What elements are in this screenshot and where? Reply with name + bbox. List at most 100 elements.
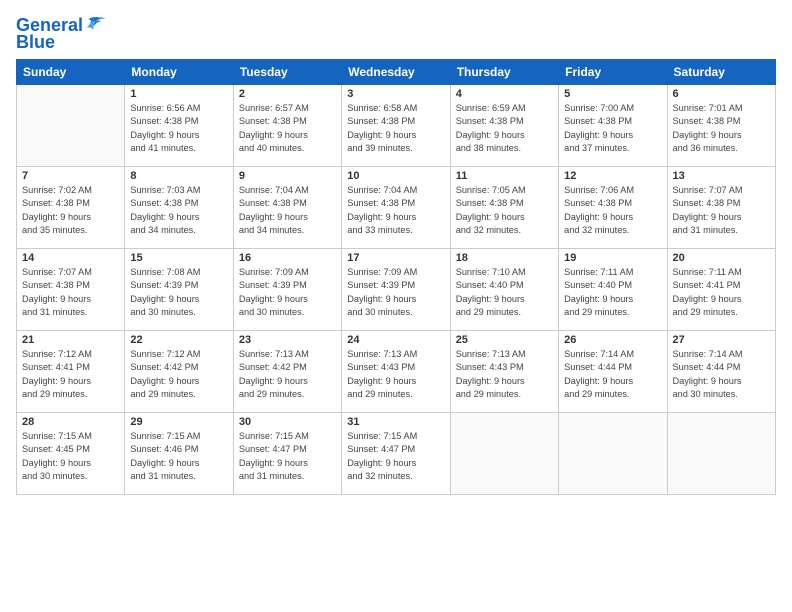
day-number: 20	[673, 252, 770, 264]
day-number: 27	[673, 334, 770, 346]
day-number: 21	[22, 334, 119, 346]
calendar-cell: 20 Sunrise: 7:11 AMSunset: 4:41 PMDayligh…	[667, 249, 775, 331]
day-info: Sunrise: 6:57 AMSunset: 4:38 PMDaylight:…	[239, 102, 336, 155]
col-header-monday: Monday	[125, 60, 233, 85]
calendar-cell: 27 Sunrise: 7:14 AMSunset: 4:44 PMDayligh…	[667, 331, 775, 413]
calendar-cell: 19 Sunrise: 7:11 AMSunset: 4:40 PMDayligh…	[559, 249, 667, 331]
day-info: Sunrise: 7:12 AMSunset: 4:41 PMDaylight:…	[22, 348, 119, 401]
calendar-week-row: 14 Sunrise: 7:07 AMSunset: 4:38 PMDayligh…	[17, 249, 776, 331]
day-number: 1	[130, 88, 227, 100]
col-header-friday: Friday	[559, 60, 667, 85]
day-info: Sunrise: 7:06 AMSunset: 4:38 PMDaylight:…	[564, 184, 661, 237]
day-info: Sunrise: 7:15 AMSunset: 4:47 PMDaylight:…	[347, 430, 444, 483]
day-number: 5	[564, 88, 661, 100]
day-number: 2	[239, 88, 336, 100]
day-info: Sunrise: 7:09 AMSunset: 4:39 PMDaylight:…	[347, 266, 444, 319]
day-info: Sunrise: 7:10 AMSunset: 4:40 PMDaylight:…	[456, 266, 553, 319]
calendar-cell: 3Sunrise: 6:58 AMSunset: 4:38 PMDaylight…	[342, 85, 450, 167]
day-info: Sunrise: 7:02 AMSunset: 4:38 PMDaylight:…	[22, 184, 119, 237]
col-header-saturday: Saturday	[667, 60, 775, 85]
day-number: 12	[564, 170, 661, 182]
col-header-wednesday: Wednesday	[342, 60, 450, 85]
calendar-cell: 10 Sunrise: 7:04 AMSunset: 4:38 PMDayligh…	[342, 167, 450, 249]
day-number: 26	[564, 334, 661, 346]
calendar-cell: 21 Sunrise: 7:12 AMSunset: 4:41 PMDayligh…	[17, 331, 125, 413]
day-info: Sunrise: 7:15 AMSunset: 4:47 PMDaylight:…	[239, 430, 336, 483]
calendar-cell: 28 Sunrise: 7:15 AMSunset: 4:45 PMDayligh…	[17, 413, 125, 495]
calendar-cell: 24 Sunrise: 7:13 AMSunset: 4:43 PMDayligh…	[342, 331, 450, 413]
day-number: 4	[456, 88, 553, 100]
calendar-cell: 14 Sunrise: 7:07 AMSunset: 4:38 PMDayligh…	[17, 249, 125, 331]
calendar-cell: 30 Sunrise: 7:15 AMSunset: 4:47 PMDayligh…	[233, 413, 341, 495]
calendar-cell: 9 Sunrise: 7:04 AMSunset: 4:38 PMDaylight…	[233, 167, 341, 249]
calendar-header-row: SundayMondayTuesdayWednesdayThursdayFrid…	[17, 60, 776, 85]
calendar-cell	[17, 85, 125, 167]
calendar-cell: 17 Sunrise: 7:09 AMSunset: 4:39 PMDayligh…	[342, 249, 450, 331]
calendar-cell: 4 Sunrise: 6:59 AMSunset: 4:38 PMDaylight…	[450, 85, 558, 167]
day-number: 18	[456, 252, 553, 264]
day-info: Sunrise: 7:07 AMSunset: 4:38 PMDaylight:…	[22, 266, 119, 319]
day-number: 10	[347, 170, 444, 182]
day-number: 19	[564, 252, 661, 264]
day-number: 8	[130, 170, 227, 182]
calendar-cell: 22 Sunrise: 7:12 AMSunset: 4:42 PMDayligh…	[125, 331, 233, 413]
calendar-cell: 5 Sunrise: 7:00 AMSunset: 4:38 PMDaylight…	[559, 85, 667, 167]
day-number: 29	[130, 416, 227, 428]
day-number: 22	[130, 334, 227, 346]
day-info: Sunrise: 7:08 AMSunset: 4:39 PMDaylight:…	[130, 266, 227, 319]
calendar-cell: 18 Sunrise: 7:10 AMSunset: 4:40 PMDayligh…	[450, 249, 558, 331]
day-info: Sunrise: 7:14 AMSunset: 4:44 PMDaylight:…	[673, 348, 770, 401]
calendar-cell	[559, 413, 667, 495]
day-number: 9	[239, 170, 336, 182]
day-info: Sunrise: 6:56 AMSunset: 4:38 PMDaylight:…	[130, 102, 227, 155]
day-info: Sunrise: 7:12 AMSunset: 4:42 PMDaylight:…	[130, 348, 227, 401]
day-info: Sunrise: 7:04 AMSunset: 4:38 PMDaylight:…	[239, 184, 336, 237]
day-info: Sunrise: 7:04 AMSunset: 4:38 PMDaylight:…	[347, 184, 444, 237]
day-number: 15	[130, 252, 227, 264]
day-number: 30	[239, 416, 336, 428]
day-number: 28	[22, 416, 119, 428]
day-number: 24	[347, 334, 444, 346]
day-info: Sunrise: 7:11 AMSunset: 4:41 PMDaylight:…	[673, 266, 770, 319]
calendar-cell: 1 Sunrise: 6:56 AMSunset: 4:38 PMDaylight…	[125, 85, 233, 167]
calendar-week-row: 21 Sunrise: 7:12 AMSunset: 4:41 PMDayligh…	[17, 331, 776, 413]
calendar-week-row: 28 Sunrise: 7:15 AMSunset: 4:45 PMDayligh…	[17, 413, 776, 495]
calendar-cell	[667, 413, 775, 495]
day-info: Sunrise: 7:07 AMSunset: 4:38 PMDaylight:…	[673, 184, 770, 237]
col-header-tuesday: Tuesday	[233, 60, 341, 85]
day-info: Sunrise: 7:01 AMSunset: 4:38 PMDaylight:…	[673, 102, 770, 155]
calendar-cell: 13Sunrise: 7:07 AMSunset: 4:38 PMDayligh…	[667, 167, 775, 249]
calendar-cell: 2 Sunrise: 6:57 AMSunset: 4:38 PMDaylight…	[233, 85, 341, 167]
day-number: 17	[347, 252, 444, 264]
calendar-table: SundayMondayTuesdayWednesdayThursdayFrid…	[16, 59, 776, 495]
logo-bird-icon	[85, 14, 107, 36]
day-info: Sunrise: 7:09 AMSunset: 4:39 PMDaylight:…	[239, 266, 336, 319]
calendar-week-row: 1 Sunrise: 6:56 AMSunset: 4:38 PMDaylight…	[17, 85, 776, 167]
day-number: 16	[239, 252, 336, 264]
day-info: Sunrise: 6:58 AMSunset: 4:38 PMDaylight:…	[347, 102, 444, 155]
calendar-cell: 7Sunrise: 7:02 AMSunset: 4:38 PMDaylight…	[17, 167, 125, 249]
day-info: Sunrise: 7:00 AMSunset: 4:38 PMDaylight:…	[564, 102, 661, 155]
col-header-sunday: Sunday	[17, 60, 125, 85]
day-number: 25	[456, 334, 553, 346]
day-info: Sunrise: 7:15 AMSunset: 4:45 PMDaylight:…	[22, 430, 119, 483]
calendar-cell: 16 Sunrise: 7:09 AMSunset: 4:39 PMDayligh…	[233, 249, 341, 331]
day-info: Sunrise: 7:15 AMSunset: 4:46 PMDaylight:…	[130, 430, 227, 483]
day-info: Sunrise: 7:13 AMSunset: 4:43 PMDaylight:…	[347, 348, 444, 401]
logo: General Blue	[16, 14, 107, 53]
day-info: Sunrise: 7:14 AMSunset: 4:44 PMDaylight:…	[564, 348, 661, 401]
day-info: Sunrise: 7:03 AMSunset: 4:38 PMDaylight:…	[130, 184, 227, 237]
calendar-cell: 29 Sunrise: 7:15 AMSunset: 4:46 PMDayligh…	[125, 413, 233, 495]
day-info: Sunrise: 7:11 AMSunset: 4:40 PMDaylight:…	[564, 266, 661, 319]
calendar-cell	[450, 413, 558, 495]
calendar-cell: 25 Sunrise: 7:13 AMSunset: 4:43 PMDayligh…	[450, 331, 558, 413]
day-number: 14	[22, 252, 119, 264]
calendar-cell: 15 Sunrise: 7:08 AMSunset: 4:39 PMDayligh…	[125, 249, 233, 331]
calendar-cell: 6Sunrise: 7:01 AMSunset: 4:38 PMDaylight…	[667, 85, 775, 167]
day-info: Sunrise: 6:59 AMSunset: 4:38 PMDaylight:…	[456, 102, 553, 155]
calendar-cell: 8 Sunrise: 7:03 AMSunset: 4:38 PMDaylight…	[125, 167, 233, 249]
day-number: 11	[456, 170, 553, 182]
calendar-cell: 26 Sunrise: 7:14 AMSunset: 4:44 PMDayligh…	[559, 331, 667, 413]
day-info: Sunrise: 7:13 AMSunset: 4:43 PMDaylight:…	[456, 348, 553, 401]
header: General Blue	[16, 10, 776, 53]
